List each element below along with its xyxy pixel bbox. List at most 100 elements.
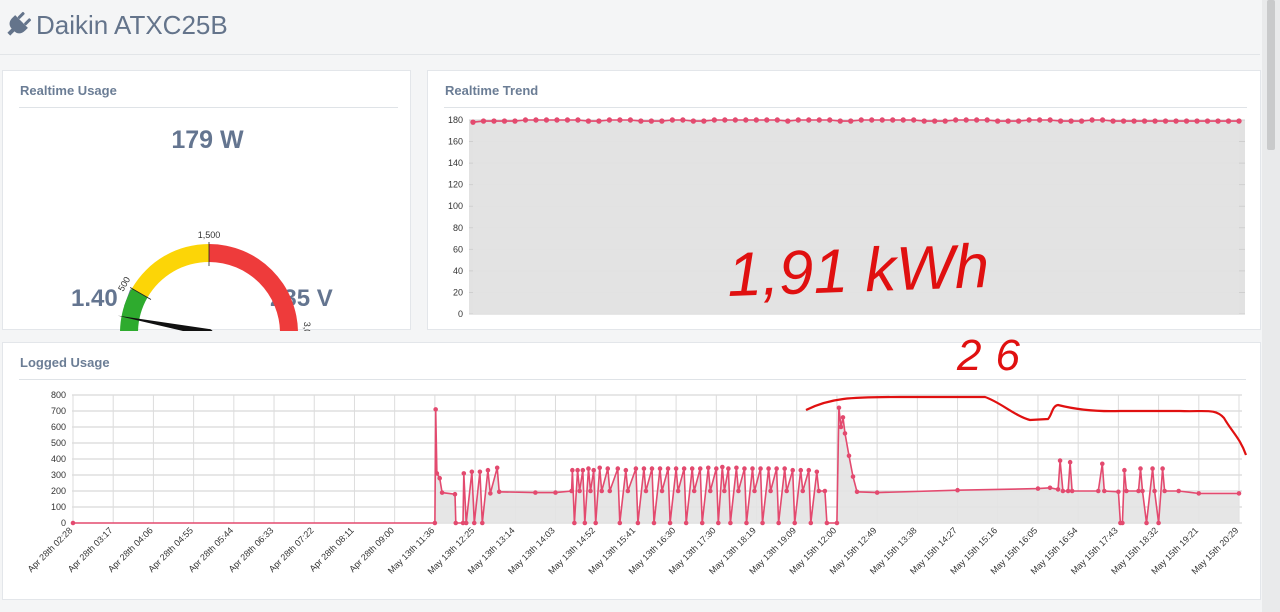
data-point bbox=[792, 520, 798, 526]
data-point bbox=[728, 520, 733, 526]
plug-icon bbox=[7, 11, 32, 36]
data-point bbox=[1065, 488, 1071, 494]
y-tick-label: 700 bbox=[51, 406, 66, 416]
gauge-band-2 bbox=[209, 244, 298, 331]
data-point bbox=[1035, 486, 1041, 491]
data-point bbox=[659, 488, 665, 494]
data-point bbox=[816, 117, 822, 123]
data-point bbox=[649, 466, 655, 471]
y-tick-label: 500 bbox=[51, 438, 66, 448]
data-point bbox=[911, 117, 917, 123]
data-point bbox=[798, 467, 804, 473]
data-point bbox=[596, 118, 602, 124]
data-point bbox=[689, 466, 695, 471]
data-point bbox=[707, 488, 713, 494]
data-point bbox=[1152, 118, 1158, 124]
data-point bbox=[615, 466, 621, 471]
data-point bbox=[597, 465, 603, 471]
y-tick-label: 300 bbox=[51, 470, 66, 480]
y-tick-label: 120 bbox=[448, 180, 463, 190]
data-point bbox=[697, 466, 703, 471]
data-point bbox=[720, 464, 725, 470]
data-point bbox=[1120, 520, 1125, 526]
data-point bbox=[469, 469, 475, 475]
data-point bbox=[984, 117, 990, 123]
data-point bbox=[1057, 118, 1064, 124]
gauge-band-1 bbox=[131, 244, 209, 298]
data-point bbox=[850, 474, 856, 479]
data-point bbox=[580, 467, 586, 473]
data-point bbox=[722, 488, 727, 494]
data-point bbox=[599, 488, 605, 494]
data-point bbox=[973, 117, 980, 123]
data-point bbox=[774, 117, 781, 123]
data-point bbox=[480, 118, 487, 124]
data-point bbox=[657, 466, 663, 471]
data-point bbox=[433, 407, 438, 412]
data-point bbox=[577, 488, 582, 494]
data-point bbox=[691, 488, 697, 494]
data-point bbox=[900, 117, 906, 123]
data-point bbox=[1095, 488, 1101, 494]
data-point bbox=[858, 117, 864, 123]
data-point bbox=[1026, 117, 1032, 123]
data-point bbox=[776, 520, 781, 526]
data-point bbox=[795, 117, 801, 123]
data-point bbox=[554, 117, 560, 123]
data-point bbox=[553, 490, 558, 495]
gauge-tick-label: 3,000 bbox=[302, 322, 312, 331]
data-point bbox=[641, 466, 647, 471]
data-point bbox=[942, 118, 948, 124]
data-point bbox=[1140, 488, 1145, 494]
data-point bbox=[491, 118, 497, 124]
scrollbar-thumb[interactable] bbox=[1267, 0, 1275, 150]
data-point bbox=[790, 467, 796, 473]
data-point bbox=[564, 117, 571, 123]
data-point bbox=[665, 466, 671, 471]
data-point bbox=[432, 520, 438, 526]
data-point bbox=[585, 118, 592, 124]
y-tick-label: 100 bbox=[448, 201, 463, 211]
data-point bbox=[1162, 118, 1169, 124]
data-point bbox=[1099, 117, 1106, 123]
data-point bbox=[680, 117, 686, 123]
data-point bbox=[470, 119, 476, 125]
data-point bbox=[1152, 488, 1157, 494]
data-point bbox=[963, 117, 969, 123]
data-point bbox=[512, 118, 518, 124]
data-point bbox=[633, 466, 639, 471]
scrollbar[interactable] bbox=[1262, 0, 1280, 612]
data-point bbox=[836, 405, 842, 411]
data-point bbox=[1162, 488, 1167, 494]
data-point bbox=[522, 117, 529, 123]
data-point bbox=[485, 467, 491, 473]
data-point bbox=[1225, 118, 1232, 124]
data-point bbox=[764, 117, 770, 123]
data-point bbox=[586, 466, 591, 471]
data-point bbox=[593, 520, 598, 526]
data-point bbox=[837, 118, 843, 124]
data-point bbox=[750, 466, 755, 471]
data-point bbox=[638, 118, 644, 124]
data-point bbox=[854, 489, 860, 495]
logged-usage-panel: Logged Usage 0 100 200 300 400 500 600 700 800 Ap… bbox=[2, 342, 1261, 600]
data-point bbox=[533, 117, 539, 123]
data-point bbox=[480, 520, 485, 526]
data-point bbox=[1110, 118, 1116, 124]
data-point bbox=[477, 469, 483, 475]
data-point bbox=[848, 118, 854, 124]
data-point bbox=[1183, 118, 1190, 124]
logged-usage-chart: 0100200300400500600700800Apr 28th 02:28A… bbox=[26, 390, 1242, 576]
data-point bbox=[822, 488, 828, 494]
data-point bbox=[699, 520, 705, 526]
data-point bbox=[488, 491, 493, 496]
data-point bbox=[1136, 488, 1141, 494]
data-point bbox=[824, 520, 830, 526]
data-point bbox=[1116, 489, 1121, 495]
data-point bbox=[808, 520, 814, 526]
data-point bbox=[1144, 520, 1149, 526]
data-point bbox=[842, 431, 848, 436]
y-tick-label: 100 bbox=[51, 502, 66, 512]
data-point bbox=[774, 466, 779, 471]
data-point bbox=[570, 467, 575, 473]
